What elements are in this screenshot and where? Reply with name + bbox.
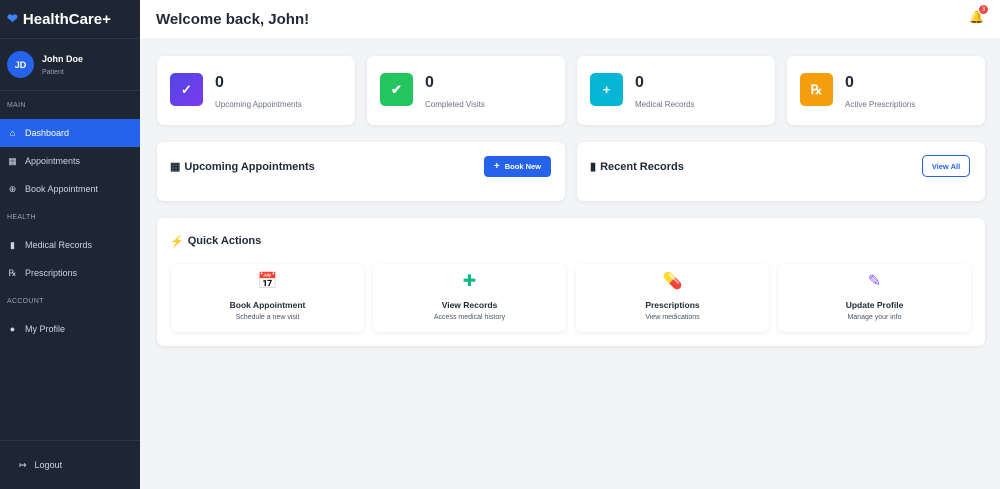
book-new-button[interactable]: + Book New xyxy=(483,156,551,177)
notification-badge: 3 xyxy=(979,5,988,14)
action-name: Prescriptions xyxy=(645,300,700,310)
nav-label: Prescriptions xyxy=(25,268,78,278)
avatar: JD xyxy=(7,51,34,78)
top-header: Welcome back, John! 🔔 3 xyxy=(140,0,1000,38)
panel-title: Quick Actions xyxy=(187,235,262,247)
stat-label: Upcoming Appointments xyxy=(215,100,302,109)
logout-icon: ↦ xyxy=(19,459,27,470)
sidebar-item-dashboard[interactable]: ⌂ Dashboard xyxy=(0,119,140,147)
sidebar: ❤ HealthCare+ JD John Doe Patient MAIN ⌂ D… xyxy=(0,0,140,489)
user-role: Patient xyxy=(42,68,64,76)
nav-label: Dashboard xyxy=(25,128,70,138)
stat-label: Completed Visits xyxy=(425,100,485,109)
user-icon: ● xyxy=(9,324,16,334)
stat-value: 0 xyxy=(215,74,224,91)
calendar-icon: ▦ xyxy=(8,155,17,166)
action-name: Book Appointment xyxy=(229,300,306,310)
file-medical-icon: ▮ xyxy=(590,161,597,173)
pills-icon: 💊 xyxy=(662,273,683,290)
recent-records-panel: ▮ Recent Records View All xyxy=(577,142,985,201)
stat-value: 0 xyxy=(845,74,854,91)
heartbeat-icon: ❤ xyxy=(7,11,18,26)
prescription-icon: ℞ xyxy=(8,267,17,278)
button-label: Book New xyxy=(504,162,541,171)
brand-name: HealthCare+ xyxy=(22,10,111,28)
calendar-plus-icon: 📅 xyxy=(257,273,278,290)
action-desc: Manage your info xyxy=(847,314,902,321)
check-circle-icon: ✔ xyxy=(380,73,413,106)
stat-card-completed: ✔ 0 Completed Visits xyxy=(367,56,565,125)
stat-card-upcoming: ✓ 0 Upcoming Appointments xyxy=(157,56,355,125)
action-desc: Schedule a new visit xyxy=(235,314,300,321)
user-name: John Doe xyxy=(42,53,84,64)
quick-action-view-records[interactable]: ✚ View Records Access medical history xyxy=(373,264,566,332)
plus-icon: + xyxy=(493,161,500,172)
panel-title: Upcoming Appointments xyxy=(184,160,315,173)
action-desc: View medications xyxy=(645,314,700,321)
action-desc: Access medical history xyxy=(433,314,506,321)
view-all-button[interactable]: View All xyxy=(922,155,970,177)
calendar-icon: ▦ xyxy=(170,161,181,173)
stat-card-prescriptions: ℞ 0 Active Prescriptions xyxy=(787,56,985,125)
upcoming-appointments-panel: ▦ Upcoming Appointments + Book New xyxy=(157,142,565,201)
quick-action-update-profile[interactable]: ✎ Update Profile Manage your info xyxy=(778,264,971,332)
sidebar-item-book-appointment[interactable]: ⊕ Book Appointment xyxy=(0,175,140,203)
brand-logo[interactable]: ❤ HealthCare+ xyxy=(0,0,140,39)
logout-button[interactable]: ↦ Logout xyxy=(0,440,140,489)
action-name: View Records xyxy=(441,300,498,310)
file-medical-icon: ✚ xyxy=(462,273,477,290)
prescription-icon: ℞ xyxy=(800,73,833,106)
panel-title: Recent Records xyxy=(600,160,684,173)
home-icon: ⌂ xyxy=(9,128,16,138)
user-profile: JD John Doe Patient xyxy=(0,39,140,91)
stat-label: Medical Records xyxy=(635,100,695,109)
section-label-account: ACCOUNT xyxy=(7,297,44,305)
bolt-icon: ⚡ xyxy=(170,236,184,248)
quick-action-prescriptions[interactable]: 💊 Prescriptions View medications xyxy=(576,264,769,332)
section-label-health: HEALTH xyxy=(7,213,36,221)
action-name: Update Profile xyxy=(845,300,904,310)
quick-actions-panel: ⚡ Quick Actions 📅 Book Appointment Schedule… xyxy=(157,218,985,346)
stat-value: 0 xyxy=(425,74,434,91)
sidebar-item-medical-records[interactable]: ▮ Medical Records xyxy=(0,231,140,259)
section-label-main: MAIN xyxy=(7,101,26,109)
sidebar-item-appointments[interactable]: ▦ Appointments xyxy=(0,147,140,175)
calendar-check-icon: ✓ xyxy=(170,73,203,106)
sidebar-item-prescriptions[interactable]: ℞ Prescriptions xyxy=(0,259,140,287)
plus-circle-icon: ⊕ xyxy=(8,183,17,194)
stat-value: 0 xyxy=(635,74,644,91)
file-medical-icon: + xyxy=(590,73,623,106)
sidebar-item-my-profile[interactable]: ● My Profile xyxy=(0,315,140,343)
nav-label: Medical Records xyxy=(25,240,93,250)
nav-label: My Profile xyxy=(25,324,66,334)
file-medical-icon: ▮ xyxy=(10,239,15,250)
user-edit-icon: ✎ xyxy=(867,273,882,290)
stat-card-records: +0 Medical Records xyxy=(577,56,775,125)
quick-action-book-appointment[interactable]: 📅 Book Appointment Schedule a new visit xyxy=(171,264,364,332)
logout-label: Logout xyxy=(34,460,63,470)
page-title: Welcome back, John! xyxy=(156,10,310,28)
nav-label: Book Appointment xyxy=(25,184,99,194)
notifications-button[interactable]: 🔔 3 xyxy=(969,5,988,24)
stat-label: Active Prescriptions xyxy=(845,100,916,109)
nav-label: Appointments xyxy=(25,156,81,166)
